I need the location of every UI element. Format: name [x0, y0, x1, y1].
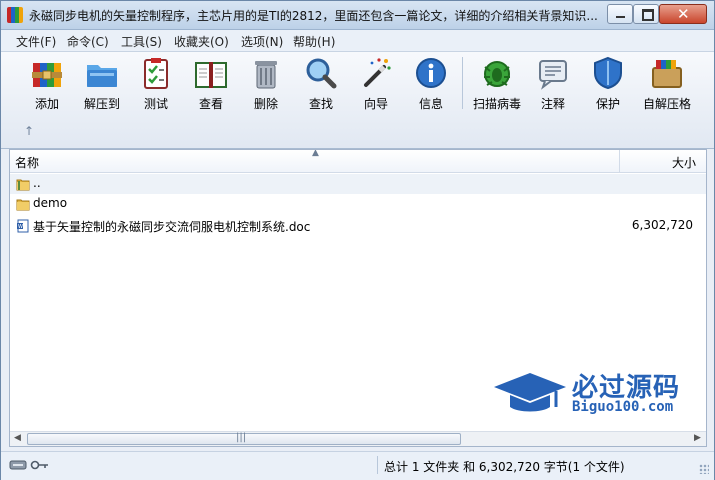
column-header-size[interactable]: 大小	[672, 154, 696, 171]
list-item[interactable]: W 基于矢量控制的永磁同步交流伺服电机控制系统.doc 6,302,720	[10, 216, 706, 236]
menu-favorites[interactable]: 收藏夹(O)	[174, 33, 229, 50]
clipboard-check-icon	[144, 58, 168, 89]
scan-virus-button[interactable]: 扫描病毒	[471, 55, 523, 113]
menu-help[interactable]: 帮助(H)	[293, 33, 335, 50]
column-divider[interactable]	[619, 150, 620, 172]
file-name: 基于矢量控制的永磁同步交流伺服电机控制系统.doc	[33, 220, 311, 234]
info-label: 信息	[418, 97, 443, 111]
file-name: ..	[33, 176, 41, 190]
menu-commands[interactable]: 命令(C)	[67, 33, 109, 50]
toolbar-separator	[462, 57, 463, 109]
up-arrow-icon[interactable]: ↑	[24, 124, 34, 138]
status-bar: 总计 1 文件夹 和 6,302,720 字节(1 个文件)	[1, 451, 714, 480]
file-size: 6,302,720	[631, 218, 693, 232]
view-button[interactable]: 查看	[185, 55, 237, 113]
menu-bar: 文件(F) 命令(C) 工具(S) 收藏夹(O) 选项(N) 帮助(H)	[1, 30, 714, 51]
grip-icon: |||	[236, 432, 247, 443]
trash-icon	[255, 61, 277, 89]
graduation-cap-icon	[494, 373, 566, 412]
protect-label: 保护	[595, 97, 620, 111]
toolbar: 添加 解压到 测试 查看 删除 查找 向导 信息 扫描病毒 注释 保护 自解压格…	[1, 51, 714, 149]
svg-text:W: W	[18, 224, 23, 230]
sfx-button[interactable]: 自解压格	[641, 55, 693, 113]
delete-button[interactable]: 删除	[240, 55, 292, 113]
list-item[interactable]: ..	[10, 174, 706, 194]
find-button[interactable]: 查找	[295, 55, 347, 113]
column-header-name[interactable]: 名称	[15, 154, 39, 171]
menu-tools[interactable]: 工具(S)	[121, 33, 162, 50]
menu-file[interactable]: 文件(F)	[16, 33, 56, 50]
book-icon	[195, 62, 227, 88]
scroll-left-icon[interactable]: ◀	[14, 433, 21, 443]
scroll-right-icon[interactable]: ▶	[694, 433, 701, 443]
comment-button[interactable]: 注释	[527, 55, 579, 113]
word-document-icon: W	[17, 219, 29, 233]
close-button[interactable]: ✕	[659, 4, 707, 24]
status-summary: 总计 1 文件夹 和 6,302,720 字节(1 个文件)	[384, 460, 625, 474]
status-divider	[377, 456, 378, 474]
menu-options[interactable]: 选项(N)	[241, 33, 283, 50]
protect-button[interactable]: 保护	[582, 55, 634, 113]
minimize-button[interactable]	[607, 4, 633, 24]
virus-bug-icon	[484, 61, 510, 87]
winrar-app-icon	[7, 7, 23, 23]
shield-icon	[594, 56, 622, 90]
sort-ascending-icon: ▲	[312, 149, 319, 158]
scan-virus-label: 扫描病毒	[472, 97, 521, 111]
list-item[interactable]: demo	[10, 194, 706, 214]
watermark-url: Biguo100.com	[572, 399, 674, 415]
comment-icon	[539, 60, 567, 90]
maximize-button[interactable]	[633, 4, 659, 24]
resize-grip-icon[interactable]	[699, 464, 709, 474]
list-header: ▲ 名称 大小	[10, 150, 706, 173]
archive-add-icon	[32, 63, 62, 87]
test-button[interactable]: 测试	[130, 55, 182, 113]
wizard-button[interactable]: 向导	[350, 55, 402, 113]
horizontal-scrollbar[interactable]: ◀ ||| ▶	[10, 431, 706, 446]
info-icon	[416, 58, 446, 88]
self-extract-box-icon	[652, 60, 682, 88]
file-name: demo	[33, 196, 68, 210]
info-button[interactable]: 信息	[405, 55, 457, 113]
window-title: 永磁同步电机的矢量控制程序，主芯片用的是TI的2812，里面还包含一篇论文，详细…	[29, 9, 598, 23]
watermark: 必过源码 Biguo100.com	[492, 365, 692, 421]
sfx-label: 自解压格	[642, 97, 691, 111]
folder-extract-icon	[87, 65, 117, 87]
magnifier-icon	[306, 58, 337, 89]
scrollbar-thumb[interactable]: |||	[27, 432, 461, 445]
drive-key-icon	[9, 460, 48, 470]
title-bar: 永磁同步电机的矢量控制程序，主芯片用的是TI的2812，里面还包含一篇论文，详细…	[1, 1, 714, 30]
magic-wand-icon	[364, 58, 391, 87]
folder-icon	[16, 199, 30, 211]
app-window: 永磁同步电机的矢量控制程序，主芯片用的是TI的2812，里面还包含一篇论文，详细…	[0, 0, 715, 480]
add-button[interactable]: 添加	[21, 55, 73, 113]
close-icon: ✕	[677, 5, 690, 23]
extract-button[interactable]: 解压到	[76, 55, 128, 113]
folder-up-icon	[16, 179, 30, 191]
